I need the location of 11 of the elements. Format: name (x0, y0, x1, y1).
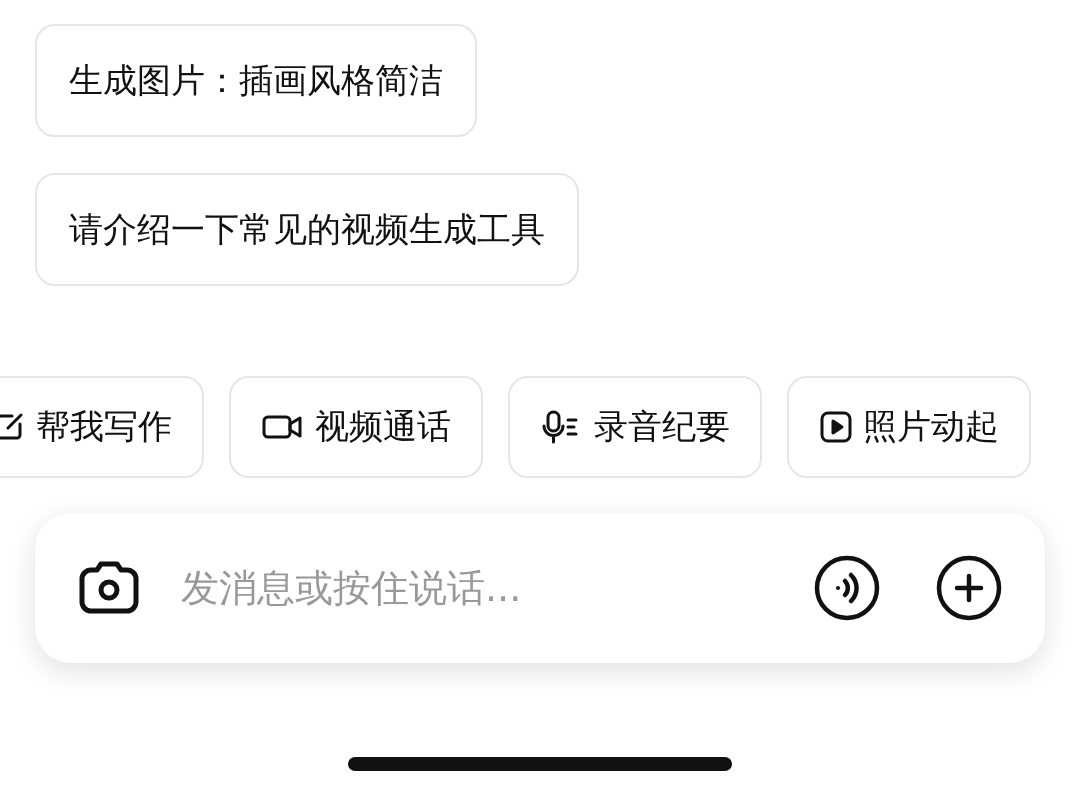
voice-wave-icon[interactable] (813, 554, 881, 622)
camera-icon[interactable] (77, 560, 141, 616)
shortcut-chip[interactable]: 视频通话 (229, 376, 483, 478)
message-input[interactable]: 发消息或按住说话... (179, 565, 759, 611)
play-icon (819, 410, 853, 444)
suggestion-chip[interactable]: 生成图片：插画风格简洁 (35, 24, 477, 137)
shortcut-chip[interactable]: 录音纪要 (508, 376, 762, 478)
suggestion-chip[interactable]: 请介绍一下常见的视频生成工具 (35, 173, 579, 286)
shortcut-chip[interactable]: 照片动起 (787, 376, 1031, 478)
plus-icon[interactable] (935, 554, 1003, 622)
shortcut-chip[interactable]: 帮我写作 (0, 376, 204, 478)
